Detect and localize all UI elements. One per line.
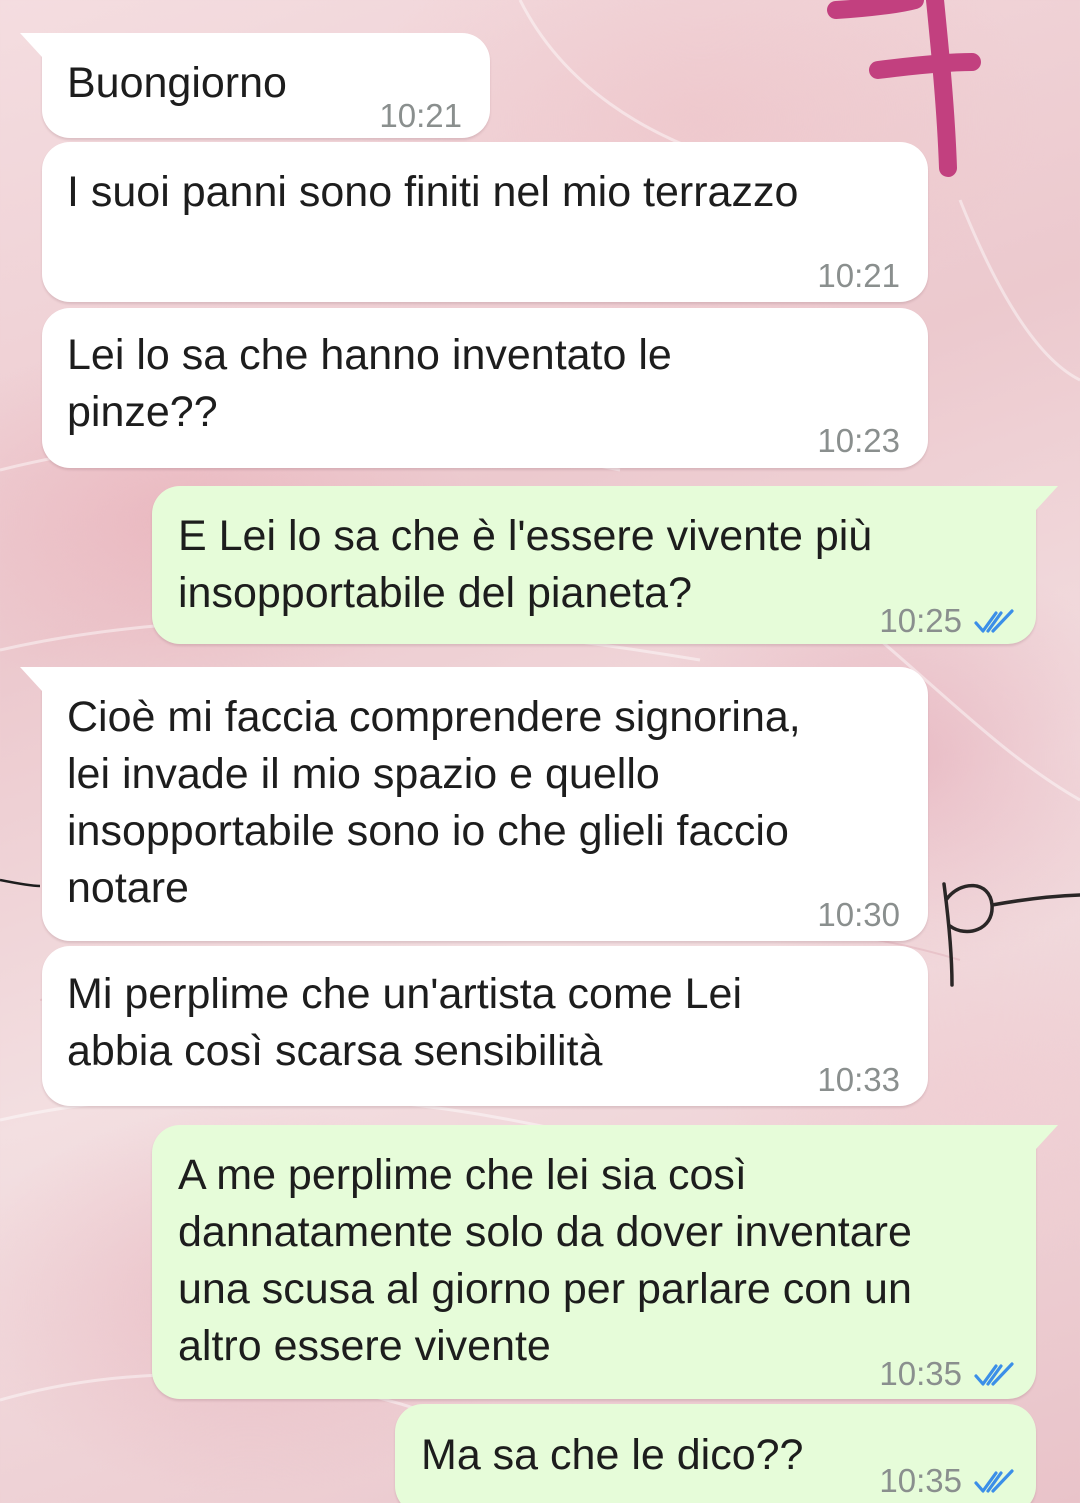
- read-ticks-icon: [974, 608, 1014, 633]
- bubble-tail: [20, 33, 42, 57]
- message-time: 10:33: [817, 1051, 900, 1108]
- bubble-tail: [1036, 1125, 1058, 1149]
- message-bubble-incoming[interactable]: Cioè mi faccia comprendere signorina, le…: [20, 667, 928, 943]
- timestamp: 10:35: [879, 1462, 962, 1499]
- message-bubble-outgoing[interactable]: E Lei lo sa che è l'essere vivente più i…: [152, 486, 1058, 644]
- read-ticks-icon: [974, 1468, 1014, 1493]
- message-text: I suoi panni sono finiti nel mio terrazz…: [67, 168, 799, 216]
- message-text: Buongiorno: [67, 59, 287, 107]
- message-text: Mi perplime che un'artista come Lei abbi…: [67, 970, 743, 1075]
- timestamp: 10:23: [817, 422, 900, 459]
- timestamp: 10:33: [817, 1061, 900, 1098]
- message-bubble-outgoing[interactable]: A me perplime che lei sia così dannatame…: [152, 1125, 1058, 1402]
- timestamp: 10:21: [379, 97, 462, 134]
- message-time: 10:21: [817, 247, 900, 304]
- timestamp: 10:25: [879, 602, 962, 639]
- message-time: 10:30: [817, 886, 900, 943]
- message-time: 10:35: [879, 1345, 1016, 1402]
- timestamp: 10:35: [879, 1355, 962, 1392]
- message-text: E Lei lo sa che è l'essere vivente più i…: [178, 512, 873, 617]
- message-bubble-incoming[interactable]: I suoi panni sono finiti nel mio terrazz…: [42, 142, 928, 302]
- message-bubble-incoming[interactable]: Mi perplime che un'artista come Lei abbi…: [42, 946, 928, 1106]
- conversation: Buongiorno 10:21 I suoi panni sono finit…: [0, 0, 1080, 1503]
- timestamp: 10:30: [817, 896, 900, 933]
- message-text: Ma sa che le dico??: [421, 1431, 804, 1479]
- message-text: Lei lo sa che hanno inventato le pinze??: [67, 331, 672, 436]
- bubble-tail: [20, 667, 42, 691]
- message-bubble-incoming[interactable]: Buongiorno 10:21: [20, 33, 490, 138]
- read-ticks-icon: [974, 1361, 1014, 1386]
- bubble-tail: [1036, 486, 1058, 510]
- message-bubble-incoming[interactable]: Lei lo sa che hanno inventato le pinze??…: [42, 308, 928, 468]
- message-time: 10:23: [817, 412, 900, 469]
- message-time: 10:35: [879, 1452, 1016, 1503]
- message-time: 10:25: [879, 592, 1016, 649]
- message-text: Cioè mi faccia comprendere signorina, le…: [67, 693, 801, 912]
- message-bubble-outgoing[interactable]: Ma sa che le dico?? 10:35: [395, 1404, 1036, 1503]
- message-text: A me perplime che lei sia così dannatame…: [178, 1151, 912, 1370]
- message-time: 10:21: [379, 87, 462, 144]
- timestamp: 10:21: [817, 257, 900, 294]
